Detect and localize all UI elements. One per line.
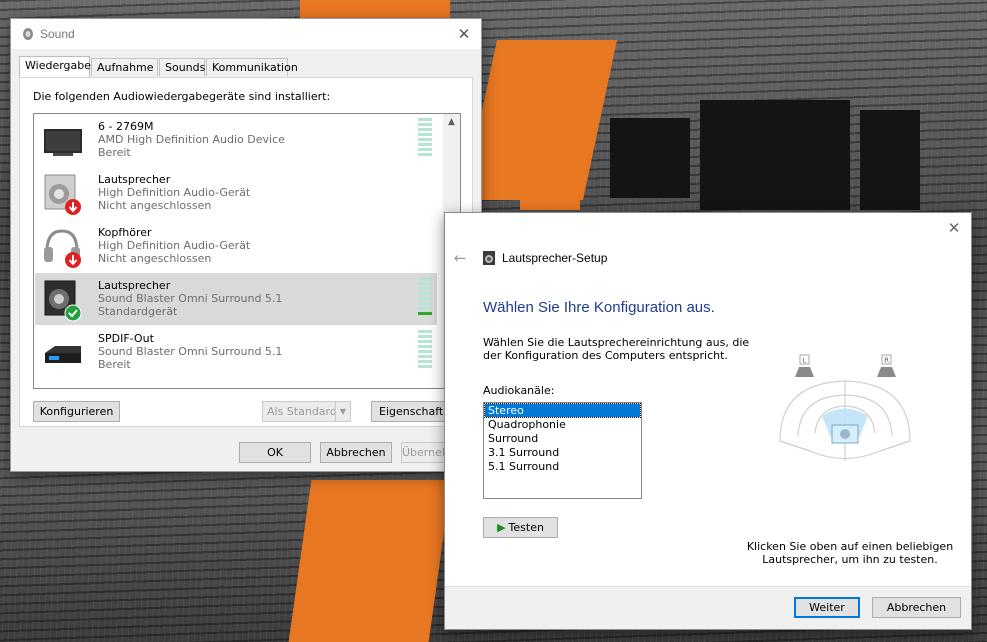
tab-sounds[interactable]: Sounds [159,58,205,76]
play-icon: ▶ [497,521,506,534]
wallpaper-stripe [288,480,452,642]
device-description: High Definition Audio-Gerät [98,186,251,199]
list-item-device-monitor[interactable]: 6 - 2769M AMD High Definition Audio Devi… [35,114,437,166]
wizard-footer: Weiter Abbrechen [445,586,971,629]
next-button[interactable]: Weiter [794,597,860,618]
speaker-icon [44,280,82,322]
device-description: AMD High Definition Audio Device [98,133,285,146]
speaker-right[interactable]: R [877,354,896,377]
channel-item-5-1-surround[interactable]: 5.1 Surround [485,460,640,473]
device-name: 6 - 2769M [98,120,154,133]
cancel-button[interactable]: Abbrechen [320,442,392,463]
sound-titlebar[interactable]: Sound ✕ [11,19,481,49]
speaker-left-label: L [803,357,807,365]
test-label: Testen [508,521,544,534]
device-list[interactable]: 6 - 2769M AMD High Definition Audio Devi… [33,113,461,389]
sound-window: Sound ✕ Wiedergabe Aufnahme Sounds Kommu… [10,18,482,472]
device-description: Sound Blaster Omni Surround 5.1 [98,292,283,305]
tab-wiedergabe[interactable]: Wiedergabe [19,56,91,78]
set-default-label: Als Standard [267,405,337,418]
configure-button[interactable]: Konfigurieren [33,401,120,422]
list-item-device-spdif[interactable]: SPDIF-Out Sound Blaster Omni Surround 5.… [35,326,437,378]
device-name: Lautsprecher [98,173,171,186]
tab-aufnahme[interactable]: Aufnahme [91,58,158,76]
speaker-test-hint: Klicken Sie oben auf einen beliebigen La… [746,540,954,566]
close-icon[interactable]: ✕ [453,23,475,45]
spdif-icon [45,346,81,363]
channel-item-stereo[interactable]: Stereo [484,403,641,418]
device-description: Sound Blaster Omni Surround 5.1 [98,345,283,358]
channel-item-quadrophonie[interactable]: Quadrophonie [485,418,640,431]
scroll-up-icon[interactable]: ▲ [443,114,460,131]
window-title: Sound [40,27,75,41]
list-item-device-speaker-hda[interactable]: Lautsprecher High Definition Audio-Gerät… [35,167,437,219]
wallpaper-stripe [520,120,580,210]
device-status: Standardgerät [98,305,178,318]
tab-kommunikation[interactable]: Kommunikation [206,58,298,76]
speaker-diagram: L R [779,354,911,461]
channel-item-3-1-surround[interactable]: 3.1 Surround [485,446,640,459]
device-name: Lautsprecher [98,279,171,292]
ok-button[interactable]: OK [239,442,311,463]
volume-meter [418,277,432,315]
device-description: High Definition Audio-Gerät [98,239,251,252]
chevron-down-icon: ▼ [335,402,350,421]
speaker-app-icon [23,28,33,40]
volume-meter [418,330,432,368]
speaker-left[interactable]: L [795,354,814,377]
list-item-device-headphones[interactable]: Kopfhörer High Definition Audio-Gerät Ni… [35,220,437,272]
monitor-icon [44,129,82,156]
set-default-button: Als Standard ▼ [262,401,351,422]
speaker-app-icon [483,251,495,265]
wizard-title: Lautsprecher-Setup [502,251,608,265]
channels-label: Audiokanäle: [483,384,555,397]
wallpaper-block [860,110,920,210]
panel-heading: Die folgenden Audiowiedergabegeräte sind… [33,90,331,103]
device-name: Kopfhörer [98,226,152,239]
speaker-setup-window: ✕ ← Lautsprecher-Setup Wählen Sie Ihre K… [444,212,972,630]
device-status: Nicht angeschlossen [98,252,212,265]
headphones-icon [44,229,81,268]
audio-channel-list[interactable]: Stereo Quadrophonie Surround 3.1 Surroun… [483,402,642,499]
device-name: SPDIF-Out [98,332,154,345]
page-description: Wählen Sie die Lautsprechereinrichtung a… [483,336,750,362]
speaker-right-label: R [884,357,889,365]
speaker-icon [44,174,81,215]
device-status: Bereit [98,146,131,159]
test-button[interactable]: ▶ Testen [483,517,558,538]
list-item-device-speaker-default[interactable]: Lautsprecher Sound Blaster Omni Surround… [35,273,437,325]
back-arrow-icon[interactable]: ← [451,249,469,267]
cancel-button[interactable]: Abbrechen [872,597,961,618]
page-heading: Wählen Sie Ihre Konfiguration aus. [483,299,715,316]
volume-meter [418,118,432,156]
playback-panel: Die folgenden Audiowiedergabegeräte sind… [19,77,473,427]
close-icon[interactable]: ✕ [943,217,965,239]
wallpaper-block [700,100,850,210]
channel-item-surround[interactable]: Surround [485,432,640,445]
device-status: Bereit [98,358,131,371]
device-status: Nicht angeschlossen [98,199,212,212]
wallpaper-block [610,118,690,198]
